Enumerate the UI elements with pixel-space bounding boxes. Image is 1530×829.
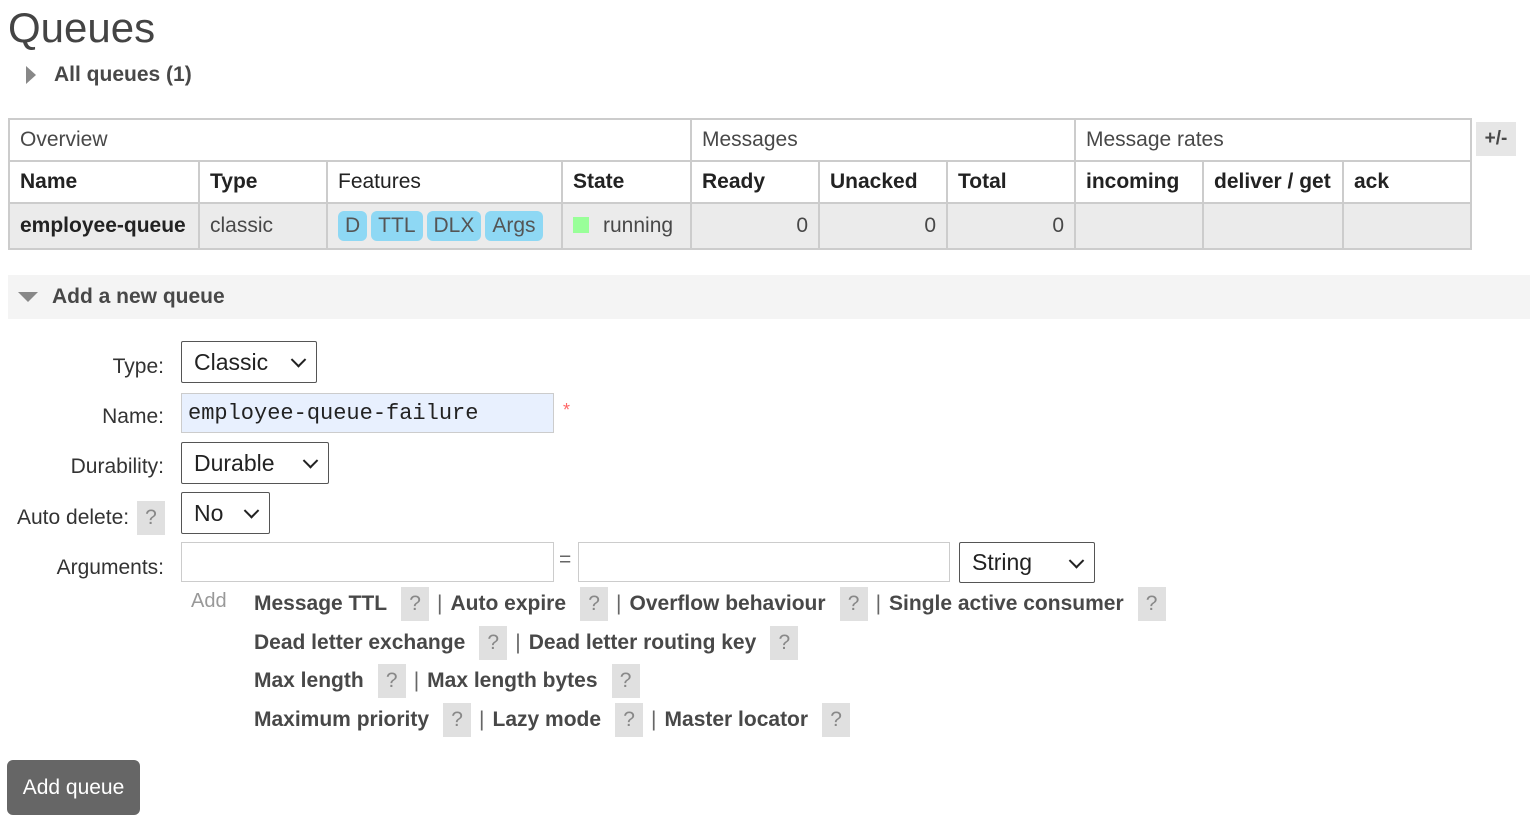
- arguments-label: Arguments:: [56, 556, 164, 579]
- triangle-right-icon: [26, 66, 36, 84]
- col-incoming[interactable]: incoming: [1074, 160, 1204, 204]
- feature-badge-args: Args: [485, 211, 543, 241]
- separator: |: [616, 592, 622, 615]
- arg-auto-expire-link[interactable]: Auto expire: [451, 592, 567, 616]
- separator: |: [515, 631, 521, 654]
- add-queue-button[interactable]: Add queue: [7, 760, 140, 815]
- argument-type-select[interactable]: String: [959, 542, 1095, 583]
- group-message-rates: Message rates: [1074, 118, 1472, 162]
- col-type[interactable]: Type: [198, 160, 328, 204]
- separator: |: [875, 592, 882, 615]
- arg-links-row: Maximum priority ? | Lazy mode ? | Maste…: [254, 703, 851, 737]
- group-messages: Messages: [690, 118, 1076, 162]
- help-icon[interactable]: ?: [1137, 587, 1166, 621]
- required-mark: *: [563, 400, 571, 420]
- arg-overflow-behaviour-link[interactable]: Overflow behaviour: [630, 592, 826, 616]
- type-label: Type:: [112, 355, 164, 378]
- feature-badge-dlx: DLX: [426, 211, 482, 241]
- auto-delete-select-value: No: [194, 499, 224, 526]
- help-icon[interactable]: ?: [401, 587, 430, 621]
- arg-max-length-link[interactable]: Max length: [254, 669, 364, 693]
- queue-type: classic: [198, 202, 328, 250]
- name-input[interactable]: employee-queue-failure: [181, 393, 554, 433]
- col-deliver-get[interactable]: deliver / get: [1202, 160, 1344, 204]
- columns-toggle-button[interactable]: +/-: [1476, 122, 1516, 156]
- arg-master-locator-link[interactable]: Master locator: [665, 708, 809, 732]
- ready-count: 0: [690, 202, 820, 250]
- name-input-value: employee-queue-failure: [188, 400, 479, 426]
- queue-state: running: [561, 202, 692, 250]
- state-indicator-icon: [573, 217, 589, 233]
- triangle-down-icon: [18, 292, 38, 302]
- feature-badge-durable: D: [338, 211, 368, 241]
- unacked-count: 0: [818, 202, 948, 250]
- col-unacked[interactable]: Unacked: [818, 160, 948, 204]
- help-icon[interactable]: ?: [443, 703, 472, 737]
- argument-type-select-value: String: [972, 549, 1033, 575]
- separator: |: [437, 592, 443, 615]
- col-ack[interactable]: ack: [1342, 160, 1472, 204]
- help-icon[interactable]: ?: [822, 703, 851, 737]
- chevron-down-icon: [1068, 552, 1085, 569]
- auto-delete-select[interactable]: No: [181, 492, 270, 534]
- argument-key-input[interactable]: [181, 542, 554, 582]
- all-queues-label: All queues (1): [54, 63, 192, 86]
- name-label: Name:: [102, 405, 164, 428]
- col-state[interactable]: State: [561, 160, 692, 204]
- group-overview: Overview: [8, 118, 692, 162]
- separator: |: [479, 708, 485, 731]
- add-queue-section-label: Add a new queue: [52, 285, 225, 308]
- auto-delete-help-icon[interactable]: ?: [137, 501, 165, 535]
- arg-message-ttl-link[interactable]: Message TTL: [254, 592, 387, 616]
- type-select-value: Classic: [194, 348, 269, 375]
- arg-dead-letter-exchange-link[interactable]: Dead letter exchange: [254, 631, 465, 655]
- help-icon[interactable]: ?: [479, 626, 508, 660]
- col-ready[interactable]: Ready: [690, 160, 820, 204]
- rate-incoming: [1074, 202, 1204, 250]
- help-icon[interactable]: ?: [377, 664, 406, 698]
- separator: |: [651, 708, 657, 731]
- argument-value-input[interactable]: [578, 542, 950, 582]
- feature-badge-ttl: TTL: [371, 211, 423, 241]
- arg-links-row: Message TTL ? | Auto expire ? | Overflow…: [254, 587, 1166, 621]
- arg-single-active-consumer-link[interactable]: Single active consumer: [889, 592, 1124, 616]
- col-name[interactable]: Name: [8, 160, 200, 204]
- all-queues-toggle[interactable]: All queues (1): [26, 62, 192, 88]
- arg-max-length-bytes-link[interactable]: Max length bytes: [427, 669, 597, 693]
- add-label: Add: [191, 590, 227, 612]
- queue-features: D TTL DLX Args: [326, 202, 563, 250]
- durability-select[interactable]: Durable: [181, 442, 329, 484]
- durability-label: Durability:: [70, 455, 164, 478]
- queues-table: Overview Messages Message rates Name Typ…: [8, 118, 1472, 250]
- add-queue-section-header[interactable]: [8, 275, 1530, 319]
- chevron-down-icon: [302, 453, 319, 469]
- add-queue-toggle[interactable]: Add a new queue: [18, 284, 225, 310]
- help-icon[interactable]: ?: [611, 664, 640, 698]
- arg-lazy-mode-link[interactable]: Lazy mode: [493, 708, 602, 732]
- arg-links-row: Dead letter exchange ? | Dead letter rou…: [254, 626, 799, 660]
- state-label: running: [603, 214, 674, 237]
- equals-sign: =: [559, 548, 572, 571]
- chevron-down-icon: [290, 352, 307, 368]
- help-icon[interactable]: ?: [770, 626, 799, 660]
- durability-select-value: Durable: [194, 449, 275, 476]
- page-title: Queues: [8, 4, 156, 51]
- rate-deliver-get: [1202, 202, 1344, 250]
- arg-maximum-priority-link[interactable]: Maximum priority: [254, 708, 429, 732]
- table-row[interactable]: employee-queue classic D TTL DLX Args runni…: [8, 202, 1472, 250]
- arg-links-row: Max length ? | Max length bytes ?: [254, 664, 640, 698]
- rate-ack: [1342, 202, 1472, 250]
- separator: |: [413, 669, 420, 692]
- type-select[interactable]: Classic: [181, 341, 317, 383]
- arg-dead-letter-routing-key-link[interactable]: Dead letter routing key: [529, 631, 757, 655]
- col-features: Features: [326, 160, 563, 204]
- help-icon[interactable]: ?: [839, 587, 868, 621]
- help-icon[interactable]: ?: [615, 703, 644, 737]
- total-count: 0: [946, 202, 1076, 250]
- chevron-down-icon: [243, 503, 260, 519]
- help-icon[interactable]: ?: [580, 587, 609, 621]
- col-total[interactable]: Total: [946, 160, 1076, 204]
- auto-delete-label: Auto delete:: [17, 506, 130, 529]
- queue-name-link[interactable]: employee-queue: [8, 202, 200, 250]
